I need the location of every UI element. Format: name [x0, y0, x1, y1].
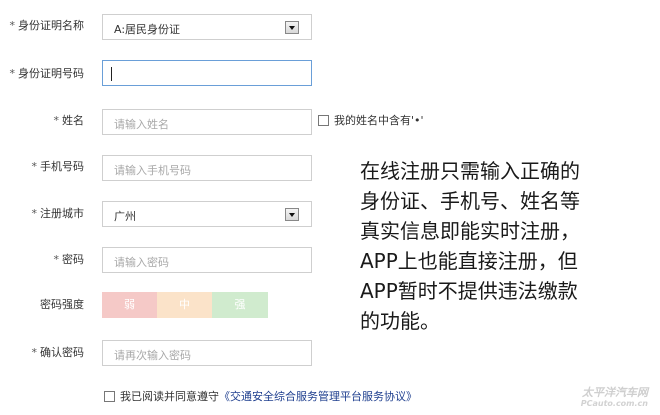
id-type-label: * 身份证明名称 — [9, 19, 85, 32]
annotation-line: APP暂时不提供违法缴款 — [360, 279, 578, 303]
city-value: 广州 — [114, 210, 136, 223]
name-input[interactable]: 请输入姓名 — [102, 109, 312, 135]
id-type-select[interactable]: A:居民身份证 — [102, 14, 312, 40]
name-dot-checkbox-label: 我的姓名中含有'•' — [334, 114, 424, 127]
annotation-line: 真实信息即能实时注册， — [360, 219, 580, 243]
strength-strong: 强 — [212, 292, 268, 318]
phone-input[interactable]: 请输入手机号码 — [102, 155, 312, 181]
id-type-value: A:居民身份证 — [114, 23, 181, 36]
strength-medium: 中 — [157, 292, 212, 318]
city-label: * 注册城市 — [31, 207, 85, 220]
phone-placeholder: 请输入手机号码 — [114, 164, 191, 177]
chevron-down-icon[interactable] — [285, 21, 299, 34]
id-number-label: * 身份证明号码 — [9, 67, 85, 80]
password-label: * 密码 — [53, 253, 85, 266]
annotation-line: 身份证、手机号、姓名等 — [360, 189, 580, 213]
agreement-prefix: 我已阅读并同意遵守 — [120, 390, 219, 403]
agreement-label: 我已阅读并同意遵守《交通安全综合服务管理平台服务协议》 — [120, 390, 417, 404]
agreement-checkbox[interactable] — [104, 391, 115, 402]
agreement-link[interactable]: 《交通安全综合服务管理平台服务协议》 — [219, 390, 417, 403]
chevron-down-icon[interactable] — [285, 208, 299, 221]
confirm-password-label: * 确认密码 — [31, 346, 85, 359]
annotation-line: 在线注册只需输入正确的 — [360, 159, 580, 183]
confirm-password-input[interactable]: 请再次输入密码 — [102, 340, 312, 366]
annotation-text: 在线注册只需输入正确的 身份证、手机号、姓名等 真实信息即能实时注册， APP上… — [360, 156, 650, 336]
password-input[interactable]: 请输入密码 — [102, 247, 312, 273]
watermark: 太平洋汽车网 PCauto.com.cn — [580, 386, 648, 408]
password-placeholder: 请输入密码 — [114, 256, 169, 269]
name-dot-checkbox[interactable] — [318, 115, 329, 126]
phone-label: * 手机号码 — [31, 160, 85, 173]
strength-label: 密码强度 — [40, 298, 84, 311]
name-label: * 姓名 — [53, 114, 85, 127]
confirm-password-placeholder: 请再次输入密码 — [114, 349, 191, 362]
text-caret — [111, 67, 112, 81]
name-placeholder: 请输入姓名 — [114, 118, 169, 131]
annotation-line: APP上也能直接注册，但 — [360, 249, 578, 273]
city-select[interactable]: 广州 — [102, 201, 312, 227]
annotation-line: 的功能。 — [360, 309, 440, 333]
id-number-input[interactable] — [102, 60, 312, 86]
strength-weak: 弱 — [102, 292, 157, 318]
